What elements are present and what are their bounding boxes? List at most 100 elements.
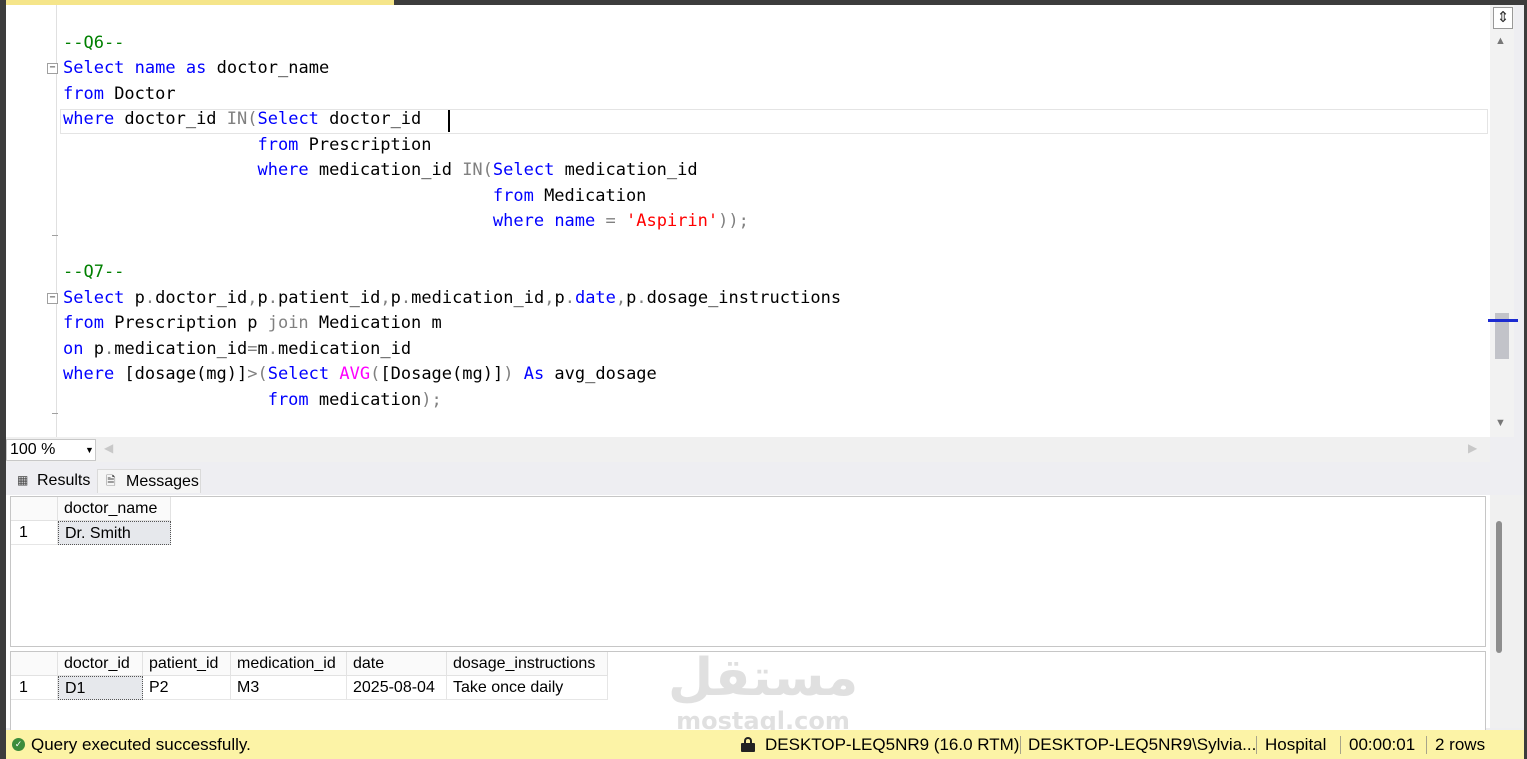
chevron-down-icon: ▼ <box>85 445 94 455</box>
row-number[interactable]: 1 <box>11 521 58 545</box>
code-token: Prescription <box>298 135 432 155</box>
caret-position-marker <box>1488 319 1518 322</box>
code-token: p <box>626 288 637 308</box>
code-token: Select <box>63 288 125 308</box>
code-token: name <box>134 58 176 78</box>
column-header[interactable]: medication_id <box>231 652 347 676</box>
lock-icon <box>741 737 755 752</box>
code-token: from <box>63 84 104 104</box>
code-line[interactable]: --Q7-- <box>63 260 124 285</box>
zoom-dropdown[interactable]: 100 % ▼ <box>6 439 96 461</box>
code-token: from <box>257 135 299 155</box>
code-token: 'Aspirin' <box>626 211 719 231</box>
editor-vertical-scrollbar[interactable]: ⇕ ▲ ▼ <box>1488 5 1518 437</box>
code-line[interactable]: where name = 'Aspirin')); <box>63 209 749 234</box>
code-token: . <box>564 288 575 308</box>
column-header[interactable]: patient_id <box>143 652 231 676</box>
code-token: where <box>492 211 545 231</box>
code-token: medication_id <box>411 288 545 308</box>
code-token: where <box>63 364 115 384</box>
row-number[interactable]: 1 <box>11 676 58 700</box>
code-line[interactable]: from Prescription p join Medication m <box>63 311 442 336</box>
status-rows: 2 rows <box>1435 735 1486 754</box>
code-line[interactable]: from Doctor <box>63 82 176 107</box>
code-token: , <box>380 288 391 308</box>
code-token: Select <box>492 160 555 180</box>
code-token: from <box>492 186 534 206</box>
sql-editor[interactable]: − − --Q6-- Select name as doctor_name fr… <box>6 5 1490 437</box>
code-token: p <box>554 288 565 308</box>
collapse-toggle-icon[interactable]: − <box>47 63 58 74</box>
scrollbar-thumb[interactable] <box>1496 521 1502 653</box>
row-header-corner[interactable] <box>11 497 58 521</box>
table-cell[interactable]: Dr. Smith <box>58 521 171 545</box>
code-token: . <box>103 339 115 359</box>
code-token: p <box>124 288 145 308</box>
code-line[interactable]: on p.medication_id=m.medication_id <box>63 337 411 362</box>
results-vertical-scrollbar[interactable] <box>1490 495 1524 728</box>
table-cell[interactable]: P2 <box>143 676 231 700</box>
column-header[interactable]: dosage_instructions <box>447 652 608 676</box>
status-message: Query executed successfully. <box>31 735 251 754</box>
code-token: medication_id <box>554 160 698 180</box>
collapse-toggle-icon[interactable]: − <box>47 293 58 304</box>
tab-messages[interactable]: 🗎 Messages <box>97 469 201 493</box>
code-token: >( <box>247 364 268 384</box>
scroll-left-arrow-icon[interactable]: ◀ <box>104 441 113 455</box>
code-token: doctor_id <box>318 109 422 129</box>
code-token: date <box>574 288 616 308</box>
split-window-icon[interactable]: ⇕ <box>1493 7 1513 29</box>
code-token: doctor_id <box>114 109 227 129</box>
zoom-bar: 100 % ▼ ◀ ▶ <box>6 437 1490 462</box>
status-divider <box>1340 736 1341 754</box>
code-token: from <box>267 390 309 410</box>
code-token: AVG <box>339 364 371 384</box>
column-header[interactable]: doctor_id <box>58 652 143 676</box>
code-token: [dosage(mg)] <box>114 364 248 384</box>
table-cell[interactable]: 2025-08-04 <box>347 676 447 700</box>
row-header-corner[interactable] <box>11 652 58 676</box>
watermark-arabic: مستقل <box>668 648 859 708</box>
scroll-up-arrow-icon[interactable]: ▲ <box>1495 35 1506 47</box>
scroll-down-arrow-icon[interactable]: ▼ <box>1495 417 1506 429</box>
code-line[interactable]: Select p.doctor_id,p.patient_id,p.medica… <box>63 286 841 311</box>
code-line[interactable]: from Medication <box>63 184 647 209</box>
code-token: , <box>615 288 627 308</box>
code-line[interactable]: from Prescription <box>63 133 431 158</box>
code-token: p <box>83 339 104 359</box>
code-line[interactable]: --Q6-- <box>63 31 124 56</box>
code-token: . <box>144 288 156 308</box>
result-grid[interactable]: doctor_name 1 Dr. Smith <box>10 496 1486 647</box>
code-token: avg_dosage <box>544 364 657 384</box>
table-cell[interactable]: D1 <box>58 676 143 700</box>
column-header[interactable]: date <box>347 652 447 676</box>
code-token: medication_id <box>278 339 412 359</box>
code-token: )); <box>718 211 749 231</box>
table-cell[interactable]: Take once daily <box>447 676 608 700</box>
code-token: ) <box>503 364 514 384</box>
code-token: , <box>247 288 258 308</box>
code-line[interactable]: where medication_id IN(Select medication… <box>63 158 698 183</box>
code-line[interactable]: Select name as doctor_name <box>63 56 329 81</box>
code-token: ); <box>421 390 442 410</box>
column-header[interactable]: doctor_name <box>58 497 171 521</box>
code-token: IN( <box>462 160 493 180</box>
code-token: Select <box>63 58 125 78</box>
code-token: medication_id <box>308 160 463 180</box>
scroll-right-arrow-icon[interactable]: ▶ <box>1468 441 1477 455</box>
code-line[interactable]: where [dosage(mg)]>(Select AVG([Dosage(m… <box>63 362 657 387</box>
code-token: [Dosage(mg)] <box>380 364 504 384</box>
table-cell[interactable]: M3 <box>231 676 347 700</box>
code-token: . <box>400 288 412 308</box>
code-token: doctor_id <box>155 288 248 308</box>
code-line[interactable]: where doctor_id IN(Select doctor_id <box>63 107 421 132</box>
code-line[interactable]: from medication); <box>63 388 442 413</box>
success-check-icon: ✓ <box>12 738 25 751</box>
tab-results[interactable]: ▦ Results <box>9 469 97 493</box>
code-token: = <box>605 211 616 231</box>
